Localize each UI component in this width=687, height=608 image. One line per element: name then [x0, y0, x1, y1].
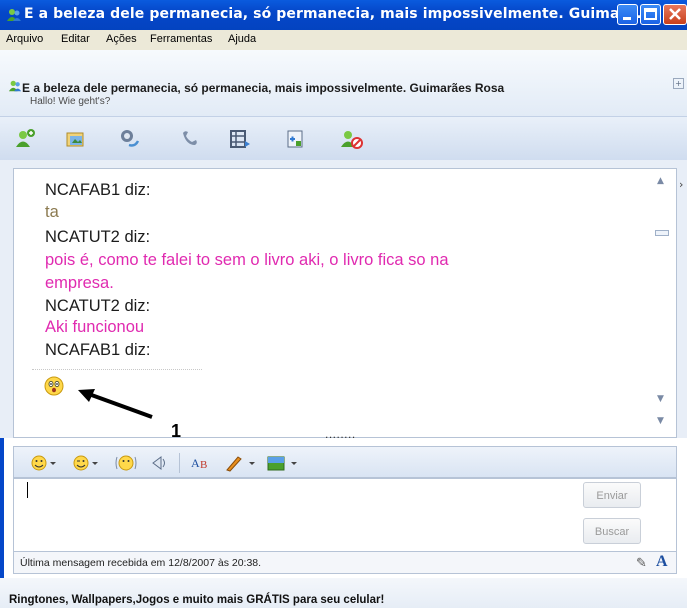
contact-personal-message: Hallo! Wie geht's?: [30, 96, 111, 107]
message-input[interactable]: [22, 480, 566, 552]
pen-color-icon[interactable]: [224, 454, 258, 472]
last-message-status: Última mensagem recebida em 12/8/2007 às…: [20, 557, 262, 569]
maximize-icon: [644, 8, 657, 20]
menu-bar: Arquivo Editar Ações Ferramentas Ajuda: [0, 30, 687, 50]
search-button[interactable]: Buscar: [583, 518, 641, 544]
conversation-line: Aki funcionou: [45, 318, 145, 336]
menu-ferramentas[interactable]: Ferramentas: [150, 33, 212, 45]
voice-call-icon[interactable]: [179, 127, 203, 151]
emoticon-icon[interactable]: [30, 454, 58, 472]
msn-buddy-icon: [7, 9, 21, 21]
close-button[interactable]: [663, 4, 687, 25]
menu-acoes[interactable]: Ações: [106, 33, 137, 45]
toolbar-divider: [179, 453, 180, 473]
conversation-line: pois é, como te falei to sem o livro aki…: [45, 251, 449, 269]
nudge-icon[interactable]: [149, 454, 169, 472]
send-files-icon[interactable]: [64, 127, 88, 151]
send-button[interactable]: Enviar: [583, 482, 641, 508]
contact-name: E a beleza dele permanecia, só permaneci…: [22, 81, 505, 95]
format-toolbar: A B: [13, 446, 677, 478]
activities-icon[interactable]: [228, 127, 252, 151]
scroll-up-icon[interactable]: ▲: [657, 176, 664, 186]
conversation-line: NCATUT2 diz:: [45, 297, 151, 315]
action-toolbar: [0, 116, 687, 162]
annotation-arrow: [78, 389, 153, 419]
invite-contact-icon[interactable]: [14, 127, 38, 151]
handwriting-icon[interactable]: ✎: [636, 556, 647, 571]
menu-arquivo[interactable]: Arquivo: [6, 33, 43, 45]
conversation-line: NCATUT2 diz:: [45, 228, 151, 246]
conversation-scrollbar[interactable]: ▲ ▼ ▼: [652, 170, 672, 436]
ad-text[interactable]: Ringtones, Wallpapers,Jogos e muito mais…: [9, 594, 384, 606]
window-title: E a beleza dele permanecia, só permaneci…: [24, 6, 653, 22]
annotation-label: 1: [171, 421, 182, 441]
scrollbar-thumb[interactable]: [655, 230, 669, 236]
maximize-button[interactable]: [640, 4, 661, 25]
scroll-down-icon[interactable]: ▼: [657, 394, 664, 404]
font-icon[interactable]: A B: [190, 454, 212, 472]
text-caret: [27, 482, 28, 498]
scroll-end-icon[interactable]: ▼: [657, 416, 664, 426]
close-icon: [669, 8, 681, 20]
animated-emoticon-icon[interactable]: [114, 454, 138, 472]
contact-status-icon: [8, 80, 22, 92]
conversation-line: empresa.: [45, 274, 114, 292]
text-mode-icon[interactable]: A: [656, 553, 668, 571]
side-panel-toggle-icon[interactable]: ›: [679, 178, 683, 191]
svg-text:B: B: [200, 459, 207, 471]
menu-editar[interactable]: Editar: [61, 33, 90, 45]
expand-header-button[interactable]: +: [673, 78, 684, 89]
svg-text:A: A: [191, 456, 200, 470]
resize-grip[interactable]: ........: [325, 427, 356, 441]
block-contact-icon[interactable]: [340, 127, 364, 151]
video-call-icon[interactable]: [118, 127, 142, 151]
message-separator: [32, 369, 202, 370]
emoticon-surprised-icon: [44, 376, 64, 396]
minimize-icon: [623, 17, 631, 20]
games-icon[interactable]: [284, 127, 308, 151]
background-icon[interactable]: [266, 454, 300, 472]
conversation-line: ta: [45, 203, 59, 221]
conversation-line: NCAFAB1 diz:: [45, 341, 151, 359]
conversation-line: NCAFAB1 diz:: [45, 181, 151, 199]
minimize-button[interactable]: [617, 4, 638, 25]
wink-icon[interactable]: [72, 454, 100, 472]
menu-ajuda[interactable]: Ajuda: [228, 33, 256, 45]
